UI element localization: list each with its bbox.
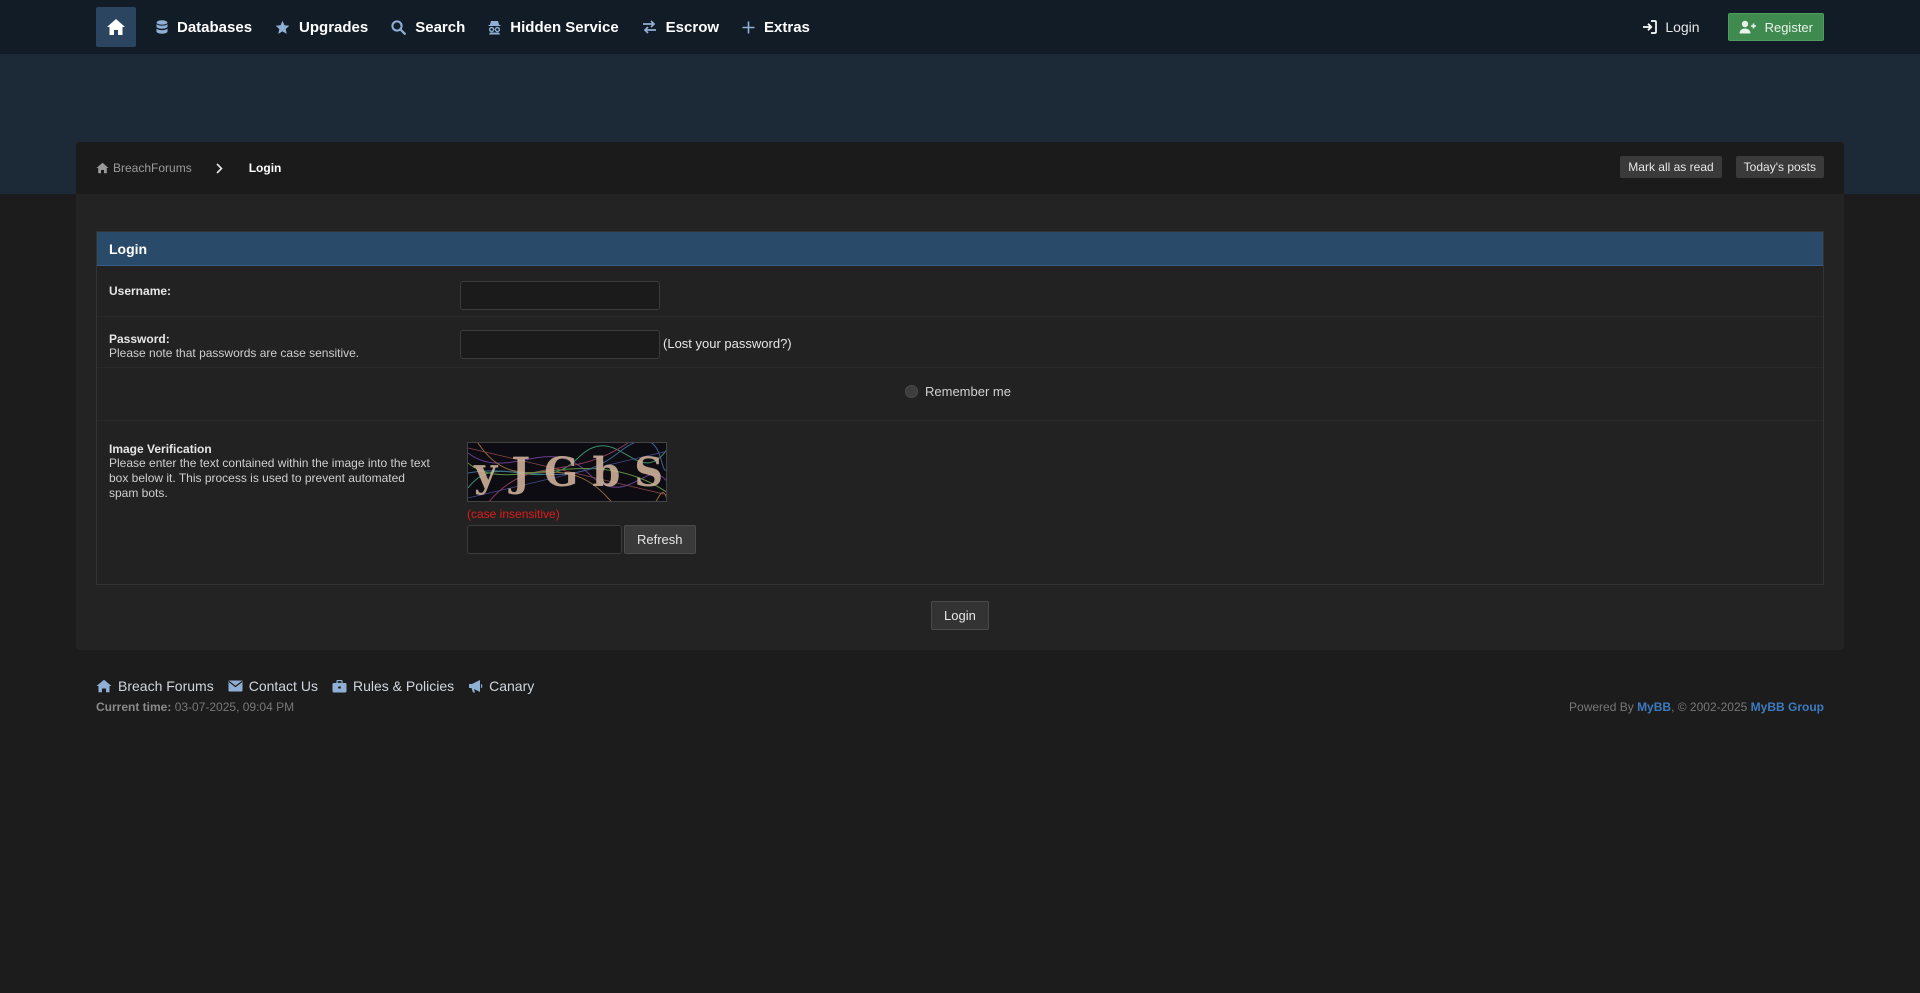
- password-input[interactable]: [460, 330, 660, 359]
- remember-row: Remember me: [97, 369, 1823, 421]
- database-icon: [156, 19, 168, 34]
- search-icon: [391, 19, 407, 35]
- password-label: Password: Please note that passwords are…: [109, 332, 359, 361]
- powered-middle: , © 2002-2025: [1671, 700, 1751, 714]
- login-link-label: Login: [1665, 19, 1700, 35]
- password-note: Please note that passwords are case sens…: [109, 346, 360, 360]
- login-panel: Login Username: Password: Please note th…: [96, 231, 1824, 585]
- password-label-text: Password:: [109, 332, 170, 346]
- nav-databases-label: Databases: [177, 18, 253, 36]
- register-button[interactable]: Register: [1727, 13, 1824, 41]
- chevron-right-icon: [216, 162, 223, 174]
- lost-password-close-paren: ): [787, 336, 792, 351]
- home-button[interactable]: [96, 7, 136, 47]
- nav-hidden-service-label: Hidden Service: [510, 18, 619, 36]
- nav-inner: Databases Upgrades Search Hidden Service…: [96, 0, 1824, 54]
- footer-link-contact-label: Contact Us: [248, 678, 318, 694]
- current-time: Current time: 03-07-2025, 09:04 PM: [96, 700, 294, 714]
- register-button-label: Register: [1764, 19, 1813, 35]
- remember-me-radio[interactable]: [905, 385, 918, 398]
- login-panel-title: Login: [97, 232, 1823, 266]
- footer-link-canary[interactable]: Canary: [468, 678, 534, 694]
- home-icon: [96, 679, 112, 693]
- username-label: Username:: [109, 284, 171, 298]
- captcha-text: yJGbS: [474, 449, 667, 496]
- footer-links: Breach Forums Contact Us Rules & Policie…: [96, 678, 548, 694]
- captcha-title: Image Verification: [109, 442, 212, 456]
- bullhorn-icon: [469, 680, 483, 693]
- nav-hidden-service[interactable]: Hidden Service: [488, 18, 619, 36]
- mybb-group-link[interactable]: MyBB Group: [1751, 700, 1824, 714]
- nav-user-actions: Login Register: [1642, 13, 1824, 41]
- todays-posts-button[interactable]: Today's posts: [1735, 156, 1824, 178]
- captcha-image: yJGbS: [467, 442, 667, 502]
- sign-in-icon: [1643, 20, 1658, 34]
- breadcrumb-current: Login: [248, 161, 282, 175]
- nav-search[interactable]: Search: [391, 19, 465, 36]
- powered-by: Powered By MyBB, © 2002-2025 MyBB Group: [1569, 700, 1824, 714]
- nav-extras-label: Extras: [764, 18, 810, 36]
- breadcrumb-actions: Mark all as read Today's posts: [1606, 156, 1824, 178]
- footer-link-rules[interactable]: Rules & Policies: [332, 678, 454, 694]
- envelope-icon: [228, 680, 243, 692]
- footer-link-breach-forums-label: Breach Forums: [118, 678, 214, 694]
- footer-link-canary-label: Canary: [489, 678, 535, 694]
- mybb-link[interactable]: MyBB: [1637, 700, 1671, 714]
- login-submit-button[interactable]: Login: [931, 601, 989, 630]
- mark-all-read-button[interactable]: Mark all as read: [1620, 156, 1722, 178]
- nav-upgrades[interactable]: Upgrades: [275, 19, 368, 36]
- user-plus-icon: [1739, 20, 1756, 34]
- captcha-input[interactable]: [467, 525, 622, 554]
- captcha-row: Image Verification Please enter the text…: [97, 422, 1823, 582]
- case-note: (case insensitive): [467, 507, 560, 521]
- nav-search-label: Search: [415, 18, 466, 36]
- exchange-icon: [642, 20, 656, 34]
- nav-databases[interactable]: Databases: [156, 19, 252, 36]
- current-time-label: Current time:: [96, 700, 172, 714]
- home-icon: [96, 162, 109, 174]
- breadcrumb: BreachForums Login Mark all as read Toda…: [76, 142, 1844, 194]
- username-row: Username:: [97, 267, 1823, 317]
- current-time-value: 03-07-2025, 09:04 PM: [174, 700, 295, 714]
- username-label-text: Username:: [109, 284, 172, 298]
- breadcrumb-home-label: BreachForums: [113, 161, 192, 175]
- username-input[interactable]: [460, 281, 660, 310]
- powered-prefix: Powered By: [1569, 700, 1638, 714]
- home-icon: [107, 19, 125, 35]
- captcha-note: Please enter the text contained within t…: [109, 456, 430, 500]
- remember-me[interactable]: Remember me: [905, 384, 1011, 399]
- plus-icon: [742, 21, 755, 33]
- footer-link-breach-forums[interactable]: Breach Forums: [96, 678, 214, 694]
- nav-escrow-label: Escrow: [665, 18, 720, 36]
- login-link[interactable]: Login: [1642, 19, 1700, 35]
- briefcase-icon: [332, 679, 347, 692]
- footer-link-contact[interactable]: Contact Us: [228, 678, 318, 694]
- nav-extras[interactable]: Extras: [742, 19, 810, 36]
- nav-upgrades-label: Upgrades: [299, 18, 369, 36]
- main-container: BreachForums Login Mark all as read Toda…: [76, 142, 1844, 650]
- lost-password-link[interactable]: Lost your password?: [667, 336, 787, 351]
- refresh-captcha-button[interactable]: Refresh: [624, 525, 696, 554]
- captcha-label: Image Verification Please enter the text…: [109, 442, 434, 501]
- star-icon: [275, 20, 290, 34]
- nav-escrow[interactable]: Escrow: [642, 19, 719, 36]
- incognito-icon: [488, 20, 501, 34]
- password-row: Password: Please note that passwords are…: [97, 318, 1823, 368]
- lost-password: (Lost your password?): [663, 336, 792, 351]
- footer-link-rules-label: Rules & Policies: [352, 678, 455, 694]
- remember-me-label: Remember me: [925, 384, 1011, 399]
- breadcrumb-home[interactable]: BreachForums: [96, 161, 192, 175]
